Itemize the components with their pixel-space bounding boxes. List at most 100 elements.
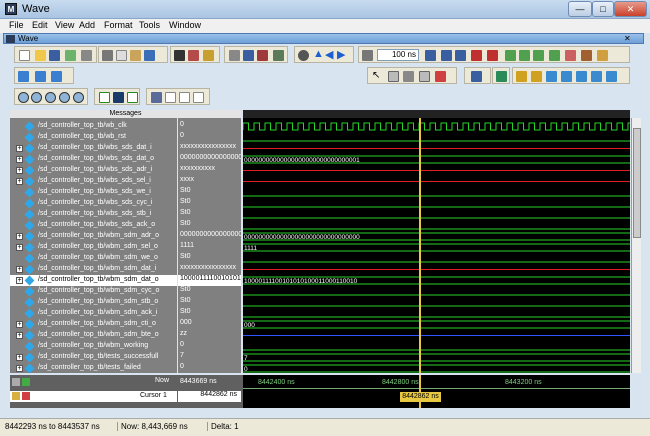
next-rising-icon[interactable] — [591, 71, 602, 82]
break-icon[interactable] — [471, 50, 482, 61]
signal-row[interactable]: /sd_controller_top_tb/wb_clk — [10, 121, 177, 132]
restart-icon[interactable] — [362, 50, 373, 61]
expand-icon[interactable]: + — [16, 365, 23, 372]
signal-format-icon[interactable] — [151, 92, 162, 103]
stop-icon[interactable] — [298, 50, 309, 61]
hand-icon[interactable] — [597, 50, 608, 61]
menu-window[interactable]: Window — [169, 20, 201, 30]
paste-icon[interactable] — [130, 50, 141, 61]
delete-cursor-icon[interactable] — [113, 92, 124, 103]
prev-rising-icon[interactable] — [576, 71, 587, 82]
zoom-out-icon[interactable] — [31, 92, 42, 103]
zoom-cursor-icon[interactable] — [59, 92, 70, 103]
zoom-range-icon[interactable] — [73, 92, 84, 103]
expand-icon[interactable]: + — [16, 145, 23, 152]
dataflow-icon[interactable] — [471, 71, 482, 82]
run-icon[interactable] — [425, 50, 436, 61]
signal-row[interactable]: /sd_controller_top_tb/wbm_sdm_we_o — [10, 253, 177, 264]
step-icon[interactable] — [229, 50, 240, 61]
run-length-input[interactable]: 100 ns — [377, 49, 419, 61]
stop-wave-icon[interactable] — [435, 71, 446, 82]
step-into-icon[interactable] — [505, 50, 516, 61]
zoom-full-icon[interactable] — [45, 92, 56, 103]
close-button[interactable]: ✕ — [614, 1, 647, 17]
expand-icon[interactable]: + — [16, 233, 23, 240]
signal-row[interactable]: + /sd_controller_top_tb/wbs_sds_adr_i — [10, 165, 177, 176]
menu-tools[interactable]: Tools — [139, 20, 160, 30]
signal-row[interactable]: /sd_controller_top_tb/wbm_sdm_ack_i — [10, 308, 177, 319]
prev-falling-icon[interactable] — [606, 71, 617, 82]
expand-icon[interactable]: + — [16, 167, 23, 174]
memory-icon[interactable] — [581, 50, 592, 61]
step-out-sim-icon[interactable] — [533, 50, 544, 61]
signal-row[interactable]: /sd_controller_top_tb/wb_rst — [10, 132, 177, 143]
signal-row[interactable]: + /sd_controller_top_tb/wbm_sdm_bte_o — [10, 330, 177, 341]
insert-cursor-icon[interactable] — [99, 92, 110, 103]
step-back-icon[interactable] — [549, 50, 560, 61]
timeline-ruler[interactable]: 8442400 ns 8442800 ns 8443200 ns 8442862… — [243, 375, 630, 408]
arrow-right-icon[interactable]: ▶ — [337, 48, 345, 61]
minimize-button[interactable]: — — [568, 1, 592, 17]
bookmark-icon[interactable] — [188, 50, 199, 61]
zoom-in-icon[interactable] — [18, 92, 29, 103]
continue-run-icon[interactable] — [441, 50, 452, 61]
signal-row[interactable]: + /sd_controller_top_tb/wbs_sds_dat_i — [10, 143, 177, 154]
insert-group-icon[interactable] — [51, 71, 62, 82]
expand-icon[interactable]: + — [16, 156, 23, 163]
signal-row[interactable]: /sd_controller_top_tb/wbs_sds_stb_i — [10, 209, 177, 220]
signal-row[interactable]: + /sd_controller_top_tb/wbm_sdm_dat_i — [10, 264, 177, 275]
vertical-scrollbar[interactable] — [631, 118, 641, 373]
zoom-mode-icon[interactable] — [388, 71, 399, 82]
cut-icon[interactable] — [102, 50, 113, 61]
signal-row[interactable]: /sd_controller_top_tb/wbm_sdm_cyc_o — [10, 286, 177, 297]
expand-icon[interactable]: + — [16, 321, 23, 328]
expand-icon[interactable]: + — [16, 178, 23, 185]
next-edge-icon[interactable] — [531, 71, 542, 82]
undo-icon[interactable] — [144, 50, 155, 61]
menu-add[interactable]: Add — [79, 20, 95, 30]
select-mode-icon[interactable]: ↖ — [372, 70, 380, 81]
step-out-icon[interactable] — [257, 50, 268, 61]
signal-row[interactable]: + /sd_controller_top_tb/wbm_sdm_adr_o — [10, 231, 177, 242]
find-icon[interactable] — [174, 50, 185, 61]
signal-row[interactable]: + /sd_controller_top_tb/tests_successfull — [10, 352, 177, 363]
signal-row[interactable]: /sd_controller_top_tb/wbs_sds_cyc_i — [10, 198, 177, 209]
lock-cursor-icon[interactable] — [127, 92, 138, 103]
continue-icon[interactable] — [273, 50, 284, 61]
stop-sim-icon[interactable] — [487, 50, 498, 61]
signal-row[interactable]: + /sd_controller_top_tb/wbs_sds_sel_i — [10, 176, 177, 187]
delete-icon[interactable] — [22, 392, 30, 400]
signal-row[interactable]: + /sd_controller_top_tb/wbm_sdm_dat_o — [10, 275, 177, 286]
step-over-sim-icon[interactable] — [519, 50, 530, 61]
pan-mode-icon[interactable] — [403, 71, 414, 82]
signal-row[interactable]: /sd_controller_top_tb/wbs_sds_ack_o — [10, 220, 177, 231]
expand-icon[interactable]: + — [16, 332, 23, 339]
expand-icon[interactable]: + — [16, 244, 23, 251]
pane-close-icon[interactable]: ✕ — [624, 34, 631, 43]
literal-format-icon[interactable] — [165, 92, 176, 103]
insert-signal-icon[interactable] — [18, 71, 29, 82]
arrow-left-icon[interactable]: ◀ — [325, 48, 333, 61]
prev-edge-icon[interactable] — [516, 71, 527, 82]
arrow-up-icon[interactable]: ▲ — [313, 48, 324, 60]
insert-divider-icon[interactable] — [35, 71, 46, 82]
compile-icon[interactable] — [203, 50, 214, 61]
performance-icon[interactable] — [565, 50, 576, 61]
edit-mode-icon[interactable] — [419, 71, 430, 82]
open-folder-icon[interactable] — [35, 50, 46, 61]
copy-icon[interactable] — [116, 50, 127, 61]
signal-row[interactable]: + /sd_controller_top_tb/wbm_sdm_sel_o — [10, 242, 177, 253]
analog-format-icon[interactable] — [193, 92, 204, 103]
cursor-label-row[interactable]: Cursor 1 — [10, 391, 177, 402]
next-transition-icon[interactable] — [561, 71, 572, 82]
menu-view[interactable]: View — [55, 20, 74, 30]
step-over-icon[interactable] — [243, 50, 254, 61]
run-all-icon[interactable] — [455, 50, 466, 61]
menu-file[interactable]: File — [9, 20, 24, 30]
lock-icon[interactable] — [12, 392, 20, 400]
signal-row[interactable]: + /sd_controller_top_tb/tests_failed — [10, 363, 177, 374]
maximize-button[interactable]: □ — [592, 1, 614, 17]
waveform-pane[interactable]: 00000000000000000000000000000001 00000000… — [243, 118, 630, 373]
reload-icon[interactable] — [65, 50, 76, 61]
expand-icon[interactable]: + — [16, 277, 23, 284]
